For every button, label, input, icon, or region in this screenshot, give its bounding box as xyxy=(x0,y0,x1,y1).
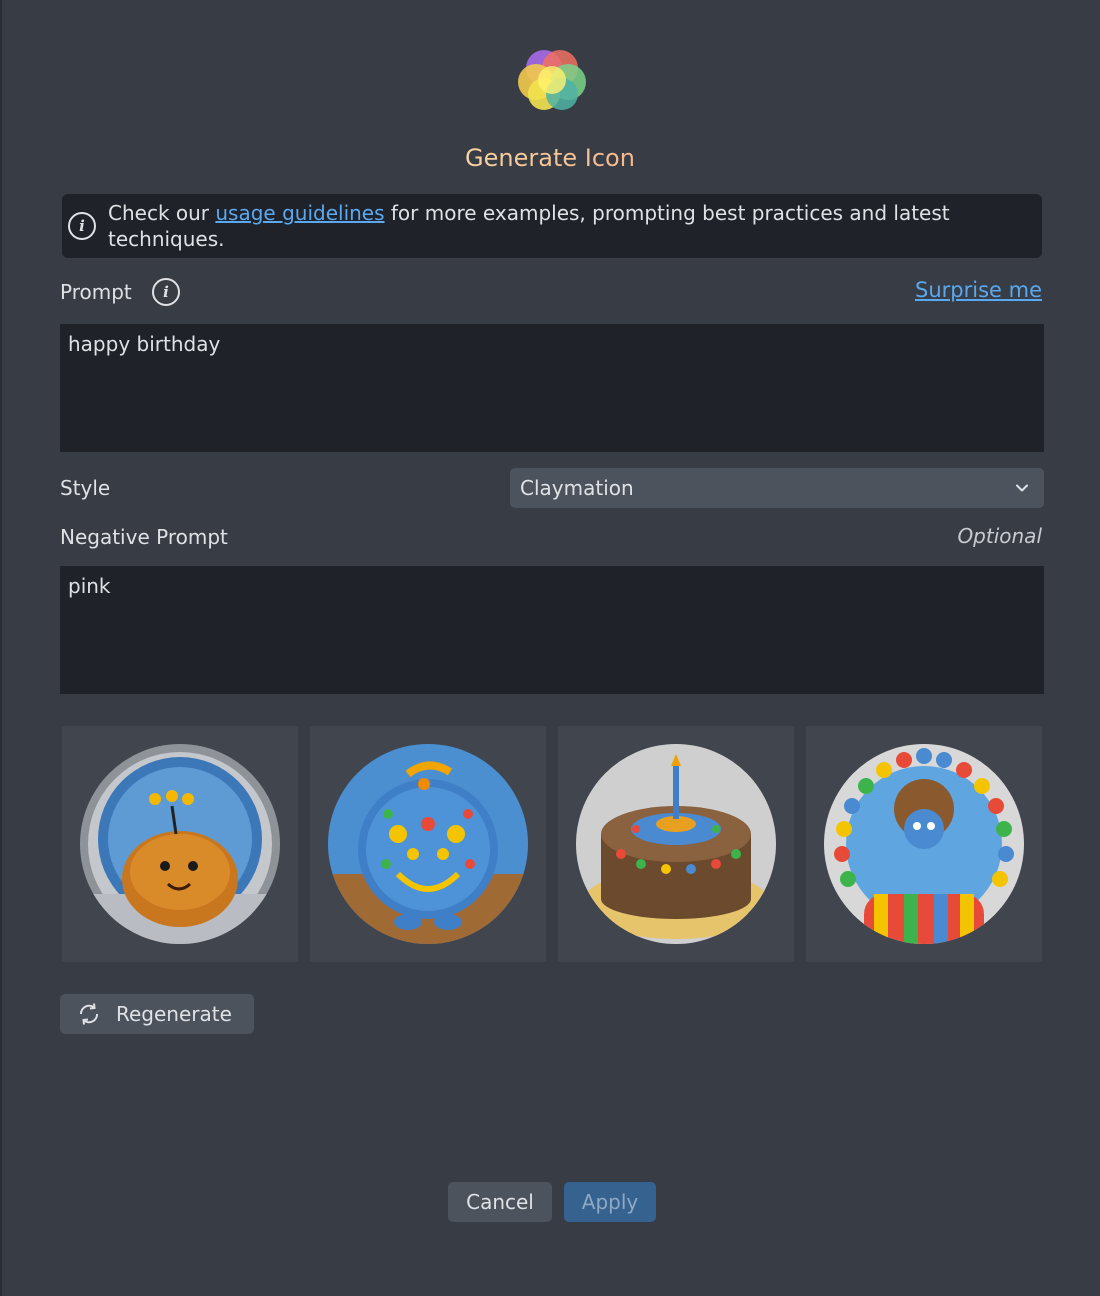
clay-clown-image xyxy=(824,744,1024,944)
prompt-info-icon[interactable]: i xyxy=(152,278,180,306)
info-icon: i xyxy=(68,212,96,240)
chevron-down-icon xyxy=(1016,484,1028,492)
style-select[interactable]: Claymation xyxy=(510,468,1044,508)
info-text: Check our usage guidelines for more exam… xyxy=(108,200,1002,252)
clay-cake-image xyxy=(576,744,776,944)
apply-button[interactable]: Apply xyxy=(564,1182,656,1222)
result-tile-1[interactable] xyxy=(62,726,298,962)
dialog-title: Generate Icon xyxy=(0,144,1100,172)
info-banner: i Check our usage guidelines for more ex… xyxy=(62,194,1042,258)
style-label: Style xyxy=(60,476,111,500)
regenerate-button[interactable]: Regenerate xyxy=(60,994,254,1034)
optional-label: Optional xyxy=(957,524,1042,548)
surprise-me-link[interactable]: Surprise me xyxy=(915,278,1042,302)
result-tile-4[interactable] xyxy=(806,726,1042,962)
clay-ball-image xyxy=(328,744,528,944)
prompt-label: Prompt xyxy=(60,280,132,304)
clay-creature-image xyxy=(80,744,280,944)
usage-guidelines-link[interactable]: usage guidelines xyxy=(215,201,384,225)
negative-prompt-label: Negative Prompt xyxy=(60,525,228,549)
refresh-icon xyxy=(79,1003,99,1025)
cancel-button[interactable]: Cancel xyxy=(448,1182,552,1222)
regenerate-label: Regenerate xyxy=(116,1002,232,1026)
prompt-input[interactable]: happy birthday xyxy=(60,324,1044,452)
app-logo xyxy=(518,50,586,110)
info-text-before: Check our xyxy=(108,201,216,225)
result-tile-3[interactable] xyxy=(558,726,794,962)
window-edge xyxy=(0,0,2,1296)
style-selected-value: Claymation xyxy=(520,476,634,500)
negative-prompt-input[interactable]: pink xyxy=(60,566,1044,694)
result-tile-2[interactable] xyxy=(310,726,546,962)
